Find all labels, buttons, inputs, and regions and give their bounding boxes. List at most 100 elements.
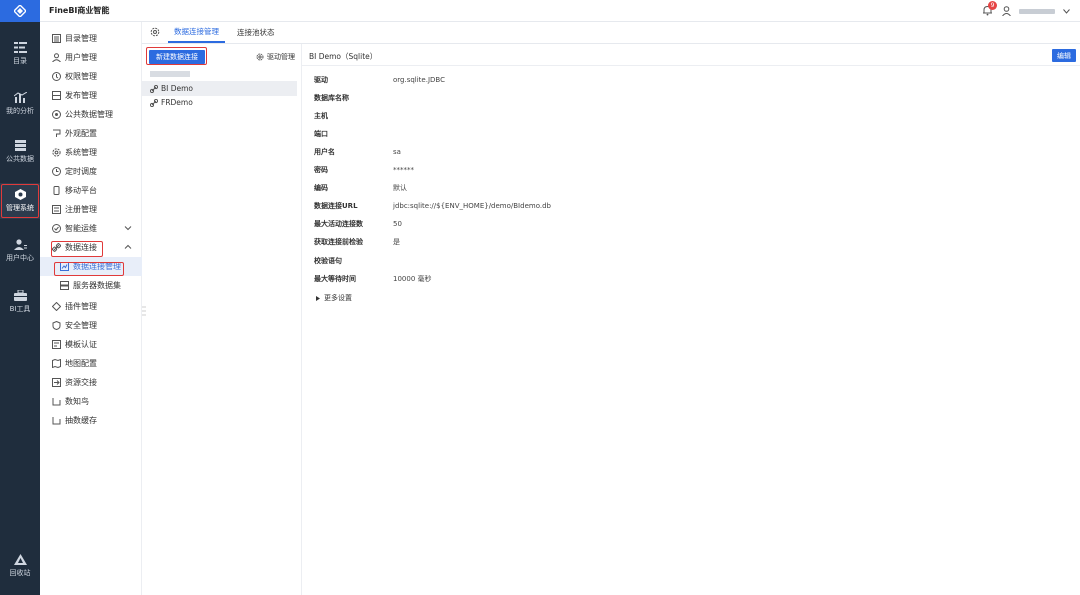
- field-port: 端口: [314, 128, 614, 140]
- menu-item-smart-ops[interactable]: 智能运维: [40, 219, 142, 238]
- shield-icon: [52, 321, 61, 330]
- field-max-wait: 最大等待时间 10000 毫秒: [314, 273, 614, 285]
- field-value: 10000 毫秒: [393, 275, 432, 283]
- field-value: sa: [393, 148, 401, 156]
- chevron-up-icon[interactable]: [124, 243, 132, 251]
- connection-item-frdemo[interactable]: FRDemo: [142, 95, 297, 110]
- field-max-active: 最大活动连接数 50: [314, 218, 614, 230]
- menu-item-shuzhiniao[interactable]: 数知鸟: [40, 392, 142, 411]
- edit-button[interactable]: 编辑: [1052, 49, 1076, 62]
- bi-tool-icon: [13, 290, 27, 301]
- notification-badge: 9: [988, 1, 997, 10]
- menu-item-mobile[interactable]: 移动平台: [40, 181, 142, 200]
- menu-item-appearance[interactable]: 外观配置: [40, 124, 142, 143]
- field-label: 数据连接URL: [314, 202, 358, 210]
- field-label: 密码: [314, 166, 328, 174]
- tab-pool-status[interactable]: 连接池状态: [231, 21, 281, 43]
- menu-item-label: 地图配置: [65, 359, 97, 368]
- user-name-redacted[interactable]: [1019, 8, 1055, 14]
- menu-item-label: 模板认证: [65, 340, 97, 349]
- menu-item-plugins[interactable]: 插件管理: [40, 297, 142, 316]
- connection-name: BI Demo: [161, 84, 194, 93]
- field-label: 获取连接前检验: [314, 238, 363, 246]
- field-value: 是: [393, 238, 400, 246]
- field-label: 校验语句: [314, 257, 342, 265]
- highlight-new-connection: [146, 47, 207, 65]
- rail-item-bi-tool[interactable]: BI工具: [0, 284, 40, 320]
- rail-label: BI工具: [9, 305, 31, 313]
- menu-item-label: 智能运维: [65, 224, 97, 233]
- menu-item-resource-handover[interactable]: 资源交接: [40, 373, 142, 392]
- field-value: 50: [393, 220, 402, 228]
- management-menu: 目录管理 用户管理 权限管理 发布管理 公共数据管理 外观配置 系统管理 定时调…: [40, 22, 142, 595]
- menu-item-label: 定时调度: [65, 167, 97, 176]
- rail-label: 公共数据: [6, 155, 34, 163]
- rail-item-catalog[interactable]: 目录: [0, 36, 40, 72]
- appearance-icon: [53, 129, 61, 137]
- management-icon: [14, 189, 26, 200]
- connection-item-bi-demo[interactable]: BI Demo: [142, 81, 297, 96]
- rail-item-public-data[interactable]: 公共数据: [0, 134, 40, 170]
- more-settings-toggle[interactable]: 更多设置: [316, 293, 352, 303]
- app-logo[interactable]: [0, 0, 40, 22]
- field-label: 用户名: [314, 148, 335, 156]
- chevron-down-icon[interactable]: [124, 224, 132, 232]
- menu-item-label: 抽数缓存: [65, 416, 97, 425]
- menu-item-register[interactable]: 注册管理: [40, 200, 142, 219]
- field-password: 密码 ******: [314, 164, 614, 176]
- detail-title: BI Demo（Sqlite）: [309, 52, 378, 61]
- field-db-name: 数据库名称: [314, 92, 614, 104]
- template-icon: [52, 340, 61, 349]
- menu-item-catalog[interactable]: 目录管理: [40, 29, 142, 48]
- recycle-icon: [13, 554, 27, 565]
- menu-subitem-server-dataset[interactable]: 服务器数据集: [40, 276, 142, 295]
- menu-item-schedule[interactable]: 定时调度: [40, 162, 142, 181]
- highlight-data-connection: [51, 241, 103, 257]
- menu-item-users[interactable]: 用户管理: [40, 48, 142, 67]
- driver-manage-button[interactable]: 驱动管理: [256, 50, 295, 64]
- rail-item-user-center[interactable]: 用户中心: [0, 233, 40, 269]
- logo-icon: [14, 5, 26, 17]
- menu-item-public-data[interactable]: 公共数据管理: [40, 105, 142, 124]
- detail-header: BI Demo（Sqlite） 编辑: [302, 44, 1080, 66]
- field-driver: 驱动 org.sqlite.JDBC: [314, 74, 614, 86]
- menu-item-label: 目录管理: [65, 34, 97, 43]
- field-label: 端口: [314, 130, 328, 138]
- field-username: 用户名 sa: [314, 146, 614, 158]
- menu-item-label: 数知鸟: [65, 397, 89, 406]
- chevron-down-icon[interactable]: [1063, 8, 1070, 14]
- search-input-redacted[interactable]: [150, 71, 190, 77]
- menu-item-security[interactable]: 安全管理: [40, 316, 142, 335]
- user-center-icon: [13, 239, 27, 250]
- rail-item-my-analysis[interactable]: 我的分析: [0, 86, 40, 122]
- menu-item-system[interactable]: 系统管理: [40, 143, 142, 162]
- user-icon: [52, 53, 61, 62]
- field-url: 数据连接URL jdbc:sqlite://${ENV_HOME}/demo/B…: [314, 200, 614, 212]
- notification-button[interactable]: 9: [982, 1, 997, 17]
- list-icon: [52, 34, 61, 43]
- gear-icon: [52, 148, 61, 157]
- user-icon[interactable]: [1002, 6, 1011, 16]
- menu-item-label: 注册管理: [65, 205, 97, 214]
- menu-item-map-config[interactable]: 地图配置: [40, 354, 142, 373]
- menu-item-permissions[interactable]: 权限管理: [40, 67, 142, 86]
- rail-label: 回收站: [9, 569, 31, 577]
- menu-item-label: 服务器数据集: [73, 281, 121, 290]
- permission-icon: [52, 72, 61, 81]
- menu-item-label: 公共数据管理: [65, 110, 113, 119]
- rail-item-recycle[interactable]: 回收站: [0, 548, 40, 584]
- rail-item-management[interactable]: 管理系统: [0, 183, 40, 219]
- menu-item-publish[interactable]: 发布管理: [40, 86, 142, 105]
- highlight-connection-manage: [54, 262, 124, 276]
- more-settings-label: 更多设置: [324, 294, 352, 302]
- tab-connection-manage[interactable]: 数据连接管理: [168, 21, 225, 43]
- field-encoding: 编码 默认: [314, 182, 614, 194]
- rail-label: 目录: [13, 57, 27, 65]
- field-label: 最大活动连接数: [314, 220, 363, 228]
- menu-item-label: 用户管理: [65, 53, 97, 62]
- menu-item-extract-cache[interactable]: 抽数缓存: [40, 411, 142, 430]
- gear-icon: [256, 53, 264, 61]
- menu-item-template-auth[interactable]: 模板认证: [40, 335, 142, 354]
- field-test-before: 获取连接前检验 是: [314, 236, 614, 248]
- gear-icon[interactable]: [150, 27, 160, 37]
